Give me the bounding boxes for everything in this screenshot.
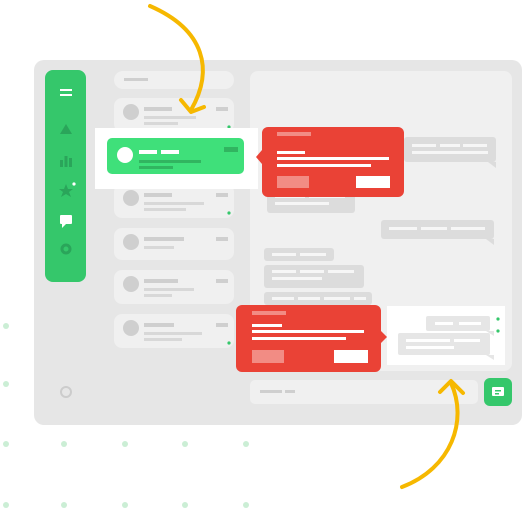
- popup-primary-button[interactable]: [356, 176, 390, 188]
- dot: [122, 441, 128, 447]
- illustration: [0, 0, 523, 511]
- message-input[interactable]: [250, 380, 478, 404]
- dot: [61, 502, 67, 508]
- alert-popup-bottom[interactable]: [236, 305, 387, 372]
- message-bubble: [264, 292, 372, 305]
- sidebar-panel: [45, 70, 86, 282]
- list-item[interactable]: [114, 98, 234, 132]
- avatar: [123, 320, 139, 336]
- dot: [3, 323, 9, 329]
- dot: [243, 502, 249, 508]
- avatar: [123, 190, 139, 206]
- dot: [182, 502, 188, 508]
- input-placeholder: [285, 390, 295, 393]
- avatar: [123, 104, 139, 120]
- alert-popup-top[interactable]: [256, 127, 404, 197]
- sidebar: [45, 70, 86, 282]
- message-bubble: [264, 265, 364, 288]
- notification-dot: [72, 182, 76, 186]
- list-item[interactable]: [114, 228, 234, 260]
- dot: [243, 441, 249, 447]
- avatar: [123, 234, 139, 250]
- dot: [122, 502, 128, 508]
- popup-secondary-button[interactable]: [252, 350, 284, 363]
- input-placeholder: [260, 390, 282, 393]
- list-item[interactable]: [114, 270, 234, 304]
- list-item[interactable]: [114, 184, 234, 218]
- reply-card: [387, 306, 505, 365]
- dot: [3, 441, 9, 447]
- chat-app-illustration: [3, 4, 522, 508]
- highlighted-conversation[interactable]: [95, 128, 258, 189]
- popup-secondary-button[interactable]: [277, 176, 309, 188]
- message-bubble: [264, 248, 334, 261]
- dot: [182, 441, 188, 447]
- send-icon: [492, 387, 504, 396]
- search-placeholder: [124, 78, 148, 81]
- avatar: [117, 147, 133, 163]
- dot: [61, 441, 67, 447]
- dot: [3, 502, 9, 508]
- avatar: [123, 276, 139, 292]
- popup-primary-button[interactable]: [334, 350, 368, 363]
- dot: [3, 381, 9, 387]
- list-item[interactable]: [114, 314, 234, 348]
